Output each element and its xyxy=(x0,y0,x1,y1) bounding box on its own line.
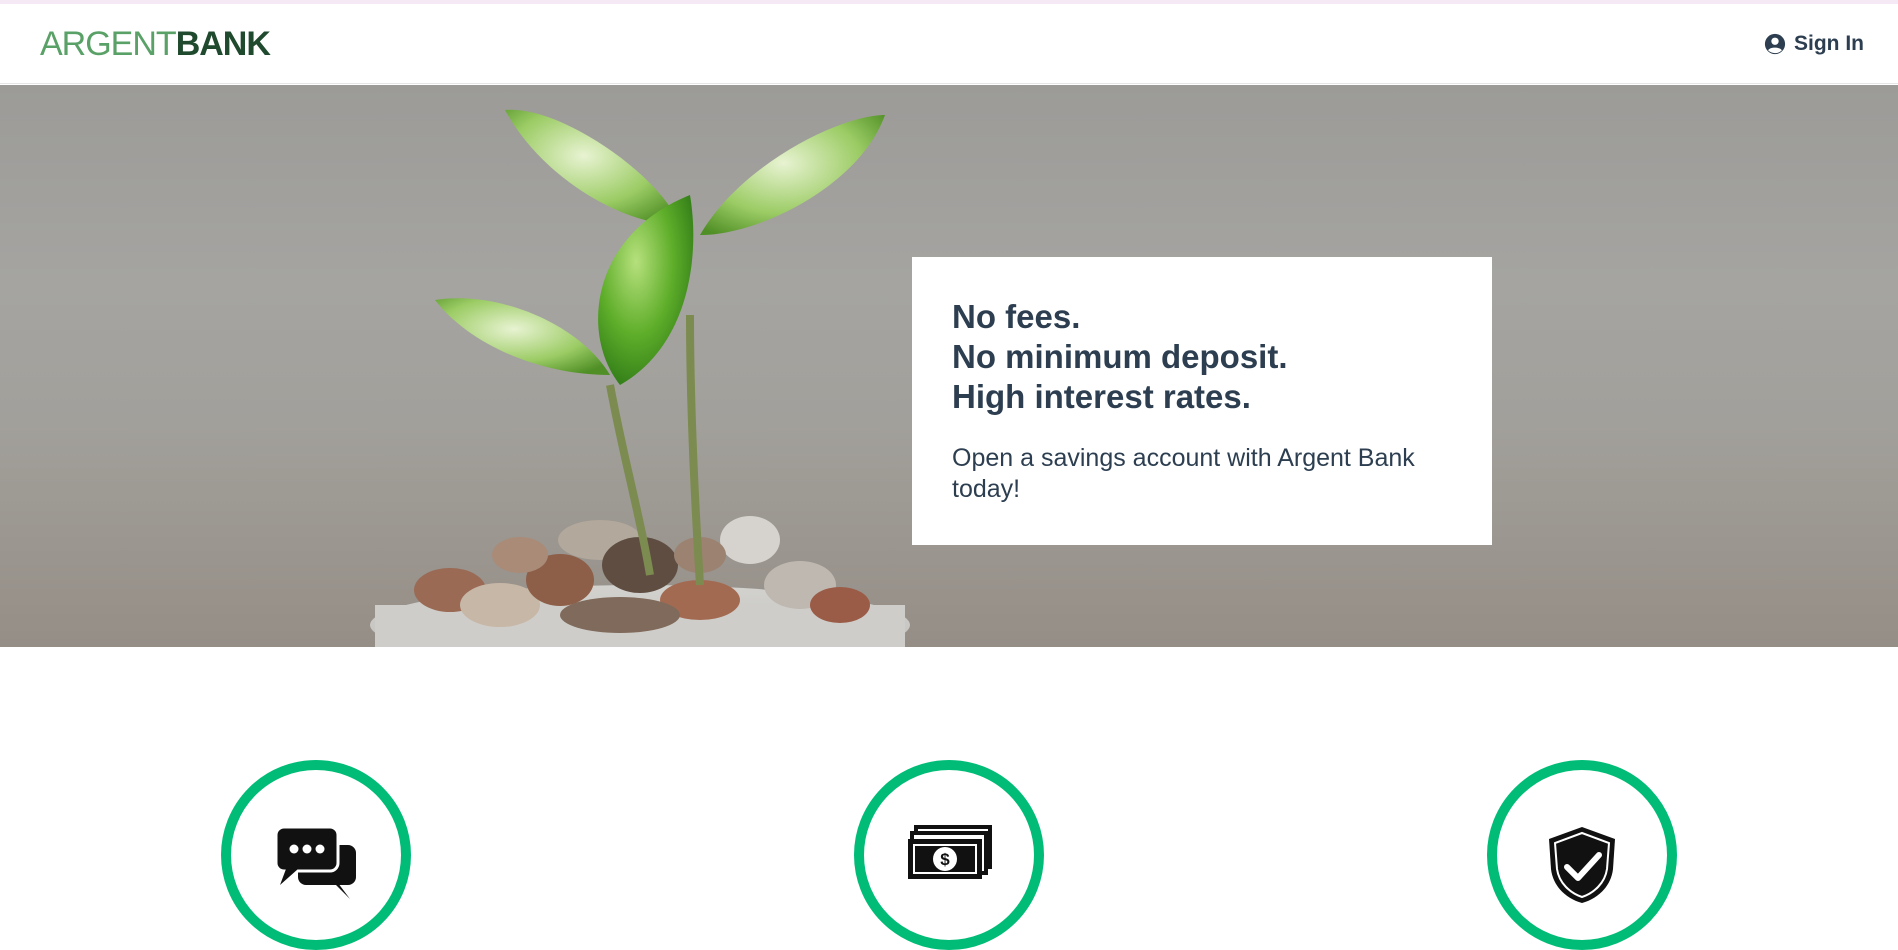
main-nav: ARGENT BANK Sign In xyxy=(0,4,1898,84)
feature-security xyxy=(1487,760,1677,950)
feature-chat xyxy=(221,760,411,950)
sign-in-link[interactable]: Sign In xyxy=(1764,32,1864,56)
chat-icon xyxy=(274,825,356,899)
svg-text:$: $ xyxy=(940,850,950,869)
money-icon: $ xyxy=(908,825,992,879)
hero-headline-line-3: High interest rates. xyxy=(952,378,1251,415)
hero-subtitle: Open a savings account with Argent Bank … xyxy=(952,444,1415,503)
sign-in-label: Sign In xyxy=(1794,32,1864,55)
hero-headline-line-2: No minimum deposit. xyxy=(952,338,1288,375)
logo-text-bank: BANK xyxy=(175,24,271,63)
argent-bank-logo[interactable]: ARGENT BANK xyxy=(40,24,271,64)
hero-content-card: No fees. No minimum deposit. High intere… xyxy=(912,257,1492,545)
security-shield-icon xyxy=(1549,827,1615,903)
hero-headline-line-1: No fees. xyxy=(952,298,1081,335)
logo-text-argent: ARGENT xyxy=(40,24,177,63)
hero-banner: No fees. No minimum deposit. High intere… xyxy=(0,85,1898,647)
feature-money: $ xyxy=(854,760,1044,950)
user-circle-icon xyxy=(1764,33,1786,55)
